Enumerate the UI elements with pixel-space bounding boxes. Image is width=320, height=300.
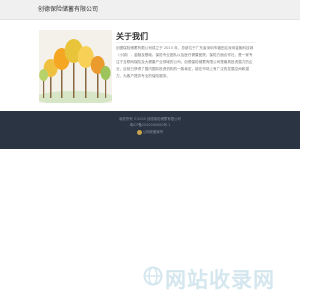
globe-icon (143, 266, 163, 286)
watermark: 网站收录网 (143, 262, 293, 292)
about-title: 关于我们 (116, 32, 148, 41)
about-illustration (39, 30, 112, 103)
copyright-text: 版权所有 ©2020 创德保险储蓄有限公司 (119, 117, 181, 121)
police-record[interactable]: 公网安备案号 (0, 129, 300, 135)
divider (116, 42, 256, 43)
page: 创德保险储蓄有限公司 关于我们 创德保险储蓄有限公司成立于 2015 年，总部位… (0, 0, 300, 300)
police-badge-icon (136, 129, 142, 135)
site-footer: 版权所有 ©2020 创德保险储蓄有限公司 粤ICP备2020000000号-1… (0, 111, 300, 149)
police-record-text: 公网安备案号 (142, 130, 164, 134)
trees-illustration (39, 30, 112, 103)
watermark-text: 网站收录网 (165, 268, 275, 292)
site-logo[interactable]: 创德保险储蓄有限公司 (38, 4, 98, 13)
icp-link[interactable]: 粤ICP备2020000000号-1 (0, 122, 300, 127)
site-header: 创德保险储蓄有限公司 (0, 0, 300, 20)
about-description: 创德保险储蓄有限公司成立于 2015 年，总部位于广东省深圳市福田区深圳金融科技… (116, 46, 254, 78)
